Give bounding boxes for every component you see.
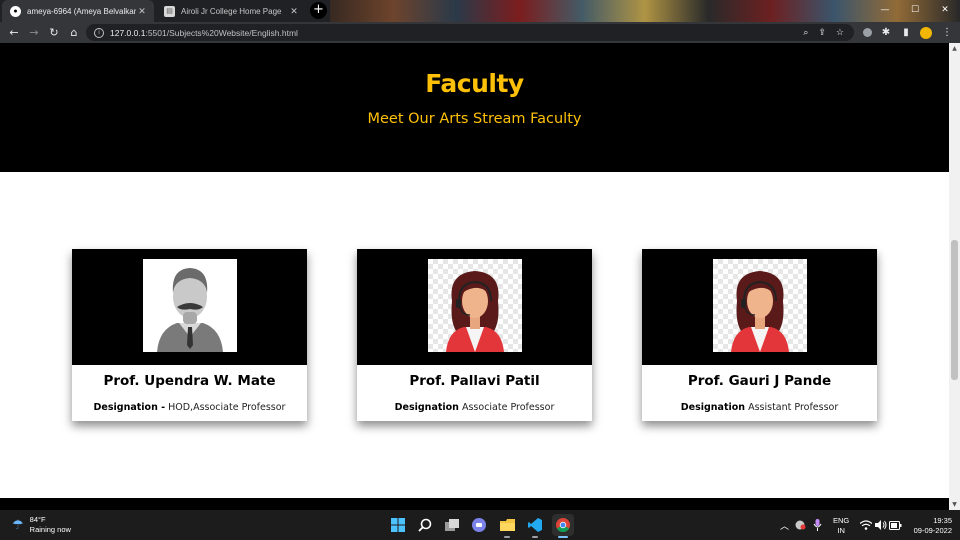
page-footer-edge <box>0 498 949 510</box>
faculty-card: Prof. Upendra W. Mate Designation - HOD,… <box>72 249 307 421</box>
scroll-up-icon[interactable]: ▲ <box>949 43 960 54</box>
running-indicator <box>504 536 510 538</box>
weather-temperature: 84°F <box>29 515 46 524</box>
teams-chat-icon[interactable] <box>468 514 490 536</box>
female-avatar-icon <box>713 259 807 352</box>
windows-taskbar: ☂ 84°F Raining now ︿ ENG IN 19:35 09-09-… <box>0 510 960 540</box>
language-code: ENG <box>833 516 850 525</box>
faculty-name: Prof. Upendra W. Mate <box>103 373 276 389</box>
zoom-icon[interactable]: ⌕ <box>803 27 808 38</box>
profile-avatar-icon[interactable] <box>916 22 936 43</box>
vscode-icon[interactable] <box>524 514 546 538</box>
faculty-card: Prof. Pallavi Patil Designation Associat… <box>357 249 592 421</box>
page-scrollbar[interactable]: ▲ ▼ <box>949 43 960 510</box>
clock-time: 19:35 <box>933 516 952 525</box>
umbrella-rain-icon: ☂ <box>12 517 24 532</box>
page-icon: ▤ <box>164 5 175 17</box>
faculty-card-banner <box>357 249 592 365</box>
running-indicator <box>532 536 538 538</box>
back-arrow-icon[interactable]: ← <box>4 22 24 43</box>
designation-value: HOD,Associate Professor <box>168 402 286 413</box>
faculty-card: Prof. Gauri J Pande Designation Assistan… <box>642 249 877 421</box>
designation-label: Designation - <box>93 402 166 413</box>
page-viewport: Faculty Meet Our Arts Stream Faculty Pro… <box>0 43 949 510</box>
new-tab-button[interactable]: + <box>310 2 327 19</box>
faculty-name: Prof. Pallavi Patil <box>409 373 540 389</box>
tab-title: Airoli Jr College Home Page <box>181 6 282 16</box>
extensions-puzzle-icon[interactable]: ✱ <box>876 22 896 43</box>
close-tab-icon[interactable]: ✕ <box>288 6 300 17</box>
running-indicator <box>558 536 568 538</box>
url-path: :5501/Subjects%20Website/English.html <box>145 27 298 38</box>
chrome-icon[interactable] <box>552 514 574 538</box>
faculty-designation: Designation - HOD,Associate Professor <box>72 402 307 413</box>
scrollbar-thumb[interactable] <box>951 240 958 380</box>
close-window-icon[interactable]: ✕ <box>930 0 960 22</box>
windows-start-icon[interactable] <box>387 514 409 536</box>
maximize-icon[interactable]: ☐ <box>900 0 930 22</box>
antivirus-tray-icon[interactable] <box>795 510 806 540</box>
weather-condition: Raining now <box>29 525 71 534</box>
search-icon[interactable] <box>414 514 436 536</box>
faculty-card-banner <box>72 249 307 365</box>
menu-kebab-icon[interactable]: ⋮ <box>937 22 957 43</box>
weather-widget[interactable]: ☂ 84°F Raining now <box>12 515 71 535</box>
faculty-designation: Designation Associate Professor <box>357 402 592 413</box>
tab-title: ameya-6964 (Ameya Belvalkar) <box>27 6 136 16</box>
reload-icon[interactable]: ↻ <box>44 22 64 43</box>
designation-value: Assistant Professor <box>748 402 839 413</box>
tab-strip: ● ameya-6964 (Ameya Belvalkar) ✕ ▤ Airol… <box>0 0 960 22</box>
system-clock[interactable]: 19:35 09-09-2022 <box>904 516 952 536</box>
site-info-icon[interactable]: i <box>94 27 104 38</box>
url-host: 127.0.0.1 <box>110 27 146 38</box>
minimize-icon[interactable]: — <box>870 0 900 22</box>
scroll-down-icon[interactable]: ▼ <box>949 499 960 510</box>
faculty-designation: Designation Assistant Professor <box>642 402 877 413</box>
extension-icon[interactable] <box>857 22 877 43</box>
address-bar[interactable]: i 127.0.0.1:5501/Subjects%20Website/Engl… <box>86 24 854 41</box>
region-code: IN <box>837 526 845 535</box>
clock-date: 09-09-2022 <box>913 526 952 535</box>
forward-arrow-icon[interactable]: → <box>24 22 44 43</box>
close-tab-icon[interactable]: ✕ <box>136 6 148 17</box>
designation-label: Designation <box>394 402 459 413</box>
faculty-name: Prof. Gauri J Pande <box>687 373 832 389</box>
female-avatar-icon <box>428 259 522 352</box>
male-avatar-icon <box>143 259 237 352</box>
input-language-indicator[interactable]: ENG IN <box>833 516 849 536</box>
designation-value: Associate Professor <box>461 402 555 413</box>
microphone-icon[interactable] <box>813 510 822 540</box>
tab-college-home[interactable]: ▤ Airoli Jr College Home Page ✕ <box>156 0 306 22</box>
github-icon: ● <box>10 5 21 17</box>
file-explorer-icon[interactable] <box>496 514 518 538</box>
page-title: Faculty <box>425 69 524 98</box>
bookmark-star-icon[interactable]: ☆ <box>836 27 844 38</box>
faculty-header-section: Faculty Meet Our Arts Stream Faculty <box>0 43 949 172</box>
tab-github[interactable]: ● ameya-6964 (Ameya Belvalkar) ✕ <box>2 0 154 22</box>
designation-label: Designation <box>680 402 746 413</box>
volume-icon[interactable] <box>875 510 887 540</box>
show-hidden-icons-chevron-icon[interactable]: ︿ <box>780 510 789 540</box>
task-view-icon[interactable] <box>441 514 463 536</box>
home-icon[interactable]: ⌂ <box>64 22 84 43</box>
side-panel-icon[interactable]: ▮ <box>896 22 916 43</box>
tab-strip-theme-image <box>330 0 960 22</box>
wifi-icon[interactable] <box>860 510 872 540</box>
share-icon[interactable]: ⇪ <box>818 27 826 38</box>
faculty-card-banner <box>642 249 877 365</box>
page-subtitle: Meet Our Arts Stream Faculty <box>367 111 582 127</box>
battery-charging-icon[interactable] <box>889 510 902 540</box>
